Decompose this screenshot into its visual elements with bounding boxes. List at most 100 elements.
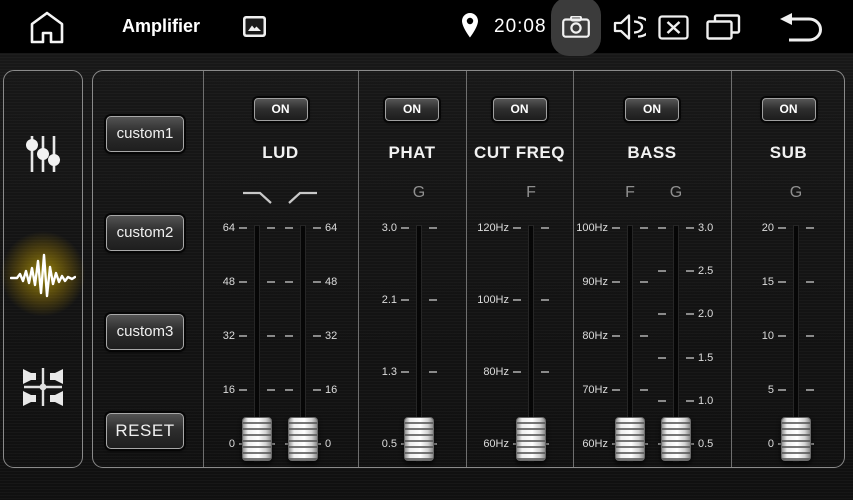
sub-on-button[interactable]: ON xyxy=(762,98,816,121)
page-title: Amplifier xyxy=(122,0,200,53)
tick-dash xyxy=(267,227,275,229)
tick-dash xyxy=(429,299,437,301)
tick-label: 80Hz xyxy=(582,328,608,344)
tick-dash xyxy=(401,371,409,373)
tick-label: 2.0 xyxy=(698,306,713,322)
tick-dash xyxy=(513,227,521,229)
tick-dash xyxy=(612,335,620,337)
location-pin-icon[interactable] xyxy=(462,13,478,44)
tick-dash xyxy=(640,227,648,229)
channel-title: PHAT xyxy=(358,143,466,163)
recent-apps-icon[interactable] xyxy=(706,14,741,45)
clock: 20:08 xyxy=(494,0,547,53)
tick-dash xyxy=(612,389,620,391)
tick-dash xyxy=(313,227,321,229)
custom1-button[interactable]: custom1 xyxy=(106,116,184,152)
amplifier-panel: custom1 custom2 custom3 RESET ON LUD 644… xyxy=(92,70,845,468)
tick-dash xyxy=(686,270,694,272)
slider-handle[interactable] xyxy=(288,417,318,461)
tick-label: 32 xyxy=(325,328,337,344)
tick-label: 64 xyxy=(223,220,235,236)
tick-label: 1.5 xyxy=(698,350,713,366)
tick-label: 0.5 xyxy=(698,436,713,452)
slider-handle[interactable] xyxy=(781,417,811,461)
tick-label: 0 xyxy=(325,436,331,452)
tick-dash xyxy=(658,357,666,359)
tick-dash xyxy=(313,281,321,283)
tick-label: 70Hz xyxy=(582,382,608,398)
tick-dash xyxy=(285,227,293,229)
tick-dash xyxy=(429,227,437,229)
tick-dash xyxy=(285,335,293,337)
tick-label: 100Hz xyxy=(576,220,608,236)
tick-dash xyxy=(239,227,247,229)
tick-dash xyxy=(429,371,437,373)
tick-dash xyxy=(806,389,814,391)
tick-label: 0 xyxy=(229,436,235,452)
bass-on-button[interactable]: ON xyxy=(625,98,679,121)
home-icon[interactable] xyxy=(28,10,66,49)
tick-dash xyxy=(686,313,694,315)
tick-label: 2.1 xyxy=(382,292,397,308)
tick-dash xyxy=(686,227,694,229)
tick-dash xyxy=(267,281,275,283)
tick-label: 1.3 xyxy=(382,364,397,380)
tick-dash xyxy=(285,389,293,391)
tick-label: 48 xyxy=(223,274,235,290)
tick-dash xyxy=(239,335,247,337)
camera-icon xyxy=(562,16,590,38)
phat-on-button[interactable]: ON xyxy=(385,98,439,121)
back-icon[interactable] xyxy=(779,13,826,48)
tick-dash xyxy=(239,281,247,283)
tick-dash xyxy=(541,227,549,229)
freq-label: F xyxy=(625,184,635,202)
slider-handle[interactable] xyxy=(615,417,645,461)
reset-button[interactable]: RESET xyxy=(106,413,184,449)
tick-dash xyxy=(640,335,648,337)
tick-dash xyxy=(267,389,275,391)
tick-dash xyxy=(267,335,275,337)
cutfreq-on-button[interactable]: ON xyxy=(493,98,547,121)
channel-cutfreq: ON CUT FREQ F 120Hz100Hz80Hz60Hz xyxy=(466,71,573,467)
tick-label: 3.0 xyxy=(698,220,713,236)
volume-icon[interactable] xyxy=(613,13,646,46)
channel-lud: ON LUD 644832160 644832160 xyxy=(203,71,358,467)
tick-dash xyxy=(612,227,620,229)
tick-dash xyxy=(806,335,814,337)
tick-dash xyxy=(285,281,293,283)
freq-label: F xyxy=(526,184,536,202)
close-window-icon[interactable] xyxy=(658,15,689,45)
tick-dash xyxy=(612,281,620,283)
tick-dash xyxy=(658,270,666,272)
sidebar-item-balance[interactable] xyxy=(4,365,82,411)
tick-dash xyxy=(658,400,666,402)
sidebar xyxy=(3,70,83,468)
equalizer-sliders-icon xyxy=(22,133,64,180)
tick-dash xyxy=(778,281,786,283)
slider-handle[interactable] xyxy=(516,417,546,461)
camera-button[interactable] xyxy=(551,0,601,56)
custom3-button[interactable]: custom3 xyxy=(106,314,184,350)
sidebar-item-effects[interactable] xyxy=(4,249,82,299)
tick-label: 0 xyxy=(768,436,774,452)
lud-on-button[interactable]: ON xyxy=(254,98,308,121)
gain-label: G xyxy=(413,184,425,202)
custom2-button[interactable]: custom2 xyxy=(106,215,184,251)
gallery-icon[interactable] xyxy=(243,16,266,42)
slider-handle[interactable] xyxy=(404,417,434,461)
channel-title: BASS xyxy=(573,143,731,163)
tick-dash xyxy=(640,389,648,391)
tick-dash xyxy=(658,227,666,229)
tick-label: 120Hz xyxy=(477,220,509,236)
tick-dash xyxy=(513,299,521,301)
tick-label: 16 xyxy=(325,382,337,398)
slider-handle[interactable] xyxy=(661,417,691,461)
tick-dash xyxy=(658,313,666,315)
sound-wave-icon xyxy=(10,253,76,304)
tick-label: 5 xyxy=(768,382,774,398)
tick-dash xyxy=(640,281,648,283)
tick-dash xyxy=(541,371,549,373)
slider-handle[interactable] xyxy=(242,417,272,461)
sidebar-item-equalizer[interactable] xyxy=(4,133,82,177)
tick-label: 80Hz xyxy=(483,364,509,380)
